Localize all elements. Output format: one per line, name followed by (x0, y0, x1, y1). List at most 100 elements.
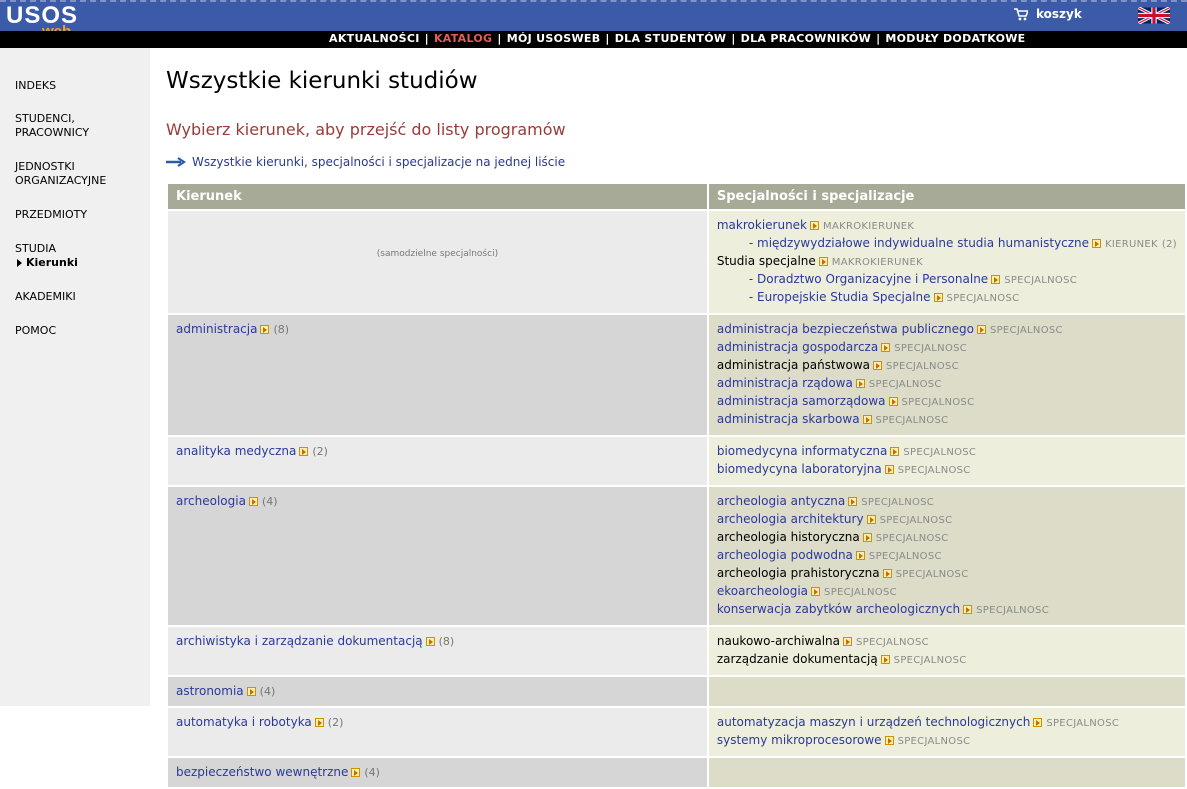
menu-item[interactable]: DLA PRACOWNIKÓW (741, 32, 871, 45)
sidebar-item-studenci[interactable]: STUDENCI, PRACOWNICY (15, 112, 89, 140)
kierunek-link[interactable]: administracja (176, 322, 257, 336)
cart-link[interactable]: koszyk (1014, 7, 1082, 21)
specialization-type: SPECJALNOSC (868, 379, 942, 390)
sidebar-item-akademiki[interactable]: AKADEMIKI (15, 290, 76, 304)
program-count: (4) (364, 766, 380, 779)
specialization-item: makrokierunek MAKROKIERUNEK (717, 217, 1177, 235)
add-to-cart-icon[interactable] (873, 361, 882, 370)
specialization-link[interactable]: administracja skarbowa (717, 412, 860, 426)
kierunek-link[interactable]: astronomia (176, 684, 244, 698)
sidebar-item-indeks[interactable]: INDEKS (15, 79, 56, 93)
add-to-cart-icon[interactable] (843, 637, 853, 646)
sidebar-subitem-kierunki[interactable]: Kierunki (17, 256, 78, 270)
add-to-cart-icon[interactable] (881, 343, 891, 352)
specialization-item: archeologia historyczna SPECJALNOSC (717, 529, 1177, 547)
sidebar-item-studia[interactable]: STUDIA (15, 242, 56, 256)
specialization-link[interactable]: ekoarcheologia (717, 584, 808, 598)
add-to-cart-icon[interactable] (299, 447, 309, 456)
specialization-link[interactable]: archeologia architektury (717, 512, 864, 526)
specialization-type: SPECJALNOSC (875, 533, 949, 544)
add-to-cart-icon[interactable] (1033, 718, 1043, 727)
specialization-type: SPECJALNOSC (1046, 718, 1120, 729)
add-to-cart-icon[interactable] (963, 605, 973, 614)
specialization-item: - Doradztwo Organizacyjne i Personalne SP… (717, 271, 1177, 289)
specialization-link[interactable]: konserwacja zabytków archeologicznych (717, 602, 960, 616)
specialization-link[interactable]: biomedycyna laboratoryjna (717, 462, 882, 476)
top-bar: USOS web koszyk (0, 0, 1187, 40)
english-flag-icon[interactable] (1138, 7, 1170, 24)
specialization-link[interactable]: - Europejskie Studia Specjalne (749, 290, 931, 304)
specialization-link[interactable]: naukowo-archiwalna (717, 634, 840, 648)
specialization-type: SPECJALNOSC (1004, 275, 1078, 286)
add-to-cart-icon[interactable] (866, 515, 876, 524)
specialization-link[interactable]: - międzywydziałowe indywidualne studia h… (749, 236, 1089, 250)
menu-item[interactable]: DLA STUDENTÓW (615, 32, 727, 45)
specialization-link[interactable]: administracja gospodarcza (717, 340, 878, 354)
add-to-cart-icon[interactable] (890, 447, 900, 456)
specialization-link[interactable]: administracja rządowa (717, 376, 853, 390)
specialization-link[interactable]: zarządzanie dokumentacją (717, 652, 878, 666)
specialization-link[interactable]: archeologia prahistoryczna (717, 566, 880, 580)
menu-separator: | (497, 32, 502, 45)
add-to-cart-icon[interactable] (246, 687, 256, 696)
add-to-cart-icon[interactable] (855, 379, 865, 388)
add-to-cart-icon[interactable] (351, 768, 361, 777)
add-to-cart-icon[interactable] (1092, 239, 1102, 248)
kierunek-link[interactable]: archiwistyka i zarządzanie dokumentacją (176, 634, 423, 648)
add-to-cart-icon[interactable] (810, 221, 820, 230)
specialization-link[interactable]: automatyzacja maszyn i urządzeń technolo… (717, 715, 1030, 729)
add-to-cart-icon[interactable] (888, 397, 898, 406)
specializations-cell: naukowo-archiwalna SPECJALNOSC zarządzanie… (708, 627, 1185, 675)
add-to-cart-icon[interactable] (862, 415, 872, 424)
specialization-link[interactable]: archeologia historyczna (717, 530, 860, 544)
kierunek-link[interactable]: bezpieczeństwo wewnętrzne (176, 765, 348, 779)
add-to-cart-icon[interactable] (862, 533, 872, 542)
sidebar-item-przedmioty[interactable]: PRZEDMIOTY (15, 208, 87, 222)
add-to-cart-icon[interactable] (882, 569, 892, 578)
specialization-link[interactable]: administracja państwowa (717, 358, 870, 372)
add-to-cart-icon[interactable] (248, 497, 258, 506)
add-to-cart-icon[interactable] (884, 736, 894, 745)
specialization-type: SPECJALNOSC (861, 497, 935, 508)
specialization-link[interactable]: archeologia antyczna (717, 494, 845, 508)
cart-icon (1014, 7, 1028, 20)
menu-item[interactable]: AKTUALNOŚCI (329, 32, 420, 45)
all-programs-link-label: Wszystkie kierunki, specjalności i specj… (192, 155, 566, 169)
specialization-link[interactable]: administracja samorządowa (717, 394, 886, 408)
usosweb-logo[interactable]: USOS web (6, 4, 78, 40)
sidebar-item-pomoc[interactable]: POMOC (15, 324, 56, 338)
specialization-item: administracja rządowa SPECJALNOSC (717, 375, 1177, 393)
add-to-cart-icon[interactable] (425, 637, 435, 646)
specialization-link[interactable]: archeologia podwodna (717, 548, 853, 562)
menu-item[interactable]: MODUŁY DODATKOWE (885, 32, 1025, 45)
cart-label: koszyk (1036, 7, 1082, 21)
add-to-cart-icon[interactable] (884, 465, 894, 474)
add-to-cart-icon[interactable] (848, 497, 858, 506)
add-to-cart-icon[interactable] (976, 325, 986, 334)
specialization-link[interactable]: biomedycyna informatyczna (717, 444, 888, 458)
menu-item[interactable]: MÓJ USOSWEB (507, 32, 601, 45)
menu-separator: | (876, 32, 881, 45)
kierunek-link[interactable]: analityka medyczna (176, 444, 296, 458)
add-to-cart-icon[interactable] (818, 257, 828, 266)
add-to-cart-icon[interactable] (811, 587, 821, 596)
menu-item[interactable]: KATALOG (434, 32, 492, 45)
specialization-link[interactable]: - Doradztwo Organizacyjne i Personalne (749, 272, 988, 286)
specialization-link[interactable]: makrokierunek (717, 218, 807, 232)
specialization-link[interactable]: administracja bezpieczeństwa publicznego (717, 322, 974, 336)
specialization-link[interactable]: systemy mikroprocesorowe (717, 733, 882, 747)
add-to-cart-icon[interactable] (880, 655, 890, 664)
specialization-type: SPECJALNOSC (901, 397, 975, 408)
kierunek-link[interactable]: automatyka i robotyka (176, 715, 312, 729)
kierunek-cell: archeologia (4) (168, 487, 707, 625)
all-programs-link[interactable]: Wszystkie kierunki, specjalności i specj… (166, 155, 565, 169)
sidebar-item-jednostki[interactable]: JEDNOSTKI ORGANIZACYJNE (15, 160, 106, 188)
add-to-cart-icon[interactable] (855, 551, 865, 560)
add-to-cart-icon[interactable] (991, 275, 1001, 284)
kierunek-link[interactable]: archeologia (176, 494, 246, 508)
specialization-link[interactable]: Studia specjalne (717, 254, 816, 268)
add-to-cart-icon[interactable] (933, 293, 943, 302)
add-to-cart-icon[interactable] (314, 718, 324, 727)
add-to-cart-icon[interactable] (260, 325, 270, 334)
specialization-type: KIERUNEK (1105, 239, 1158, 250)
